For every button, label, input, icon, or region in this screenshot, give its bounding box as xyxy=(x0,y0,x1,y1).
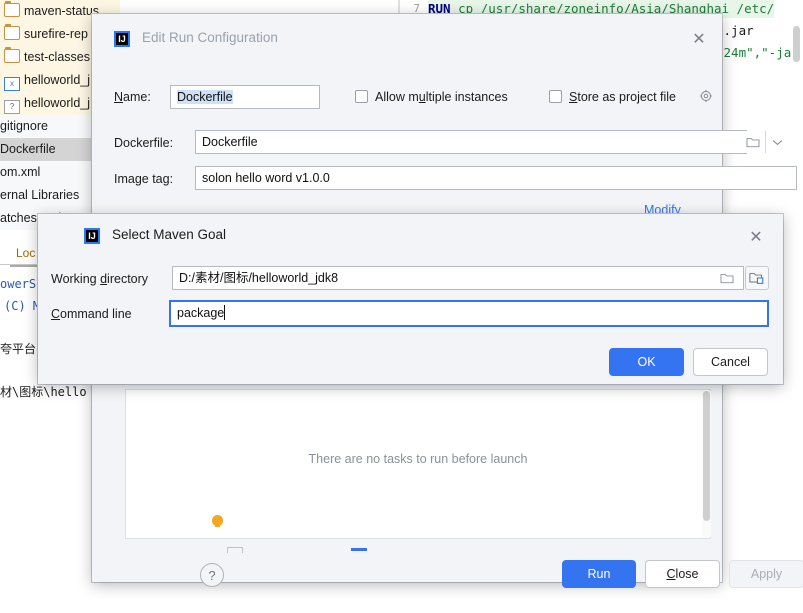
store-as-project-file-label[interactable]: Store as project file xyxy=(569,90,676,104)
apply-button-label: Apply xyxy=(750,567,783,581)
console-text: owerS xyxy=(0,277,37,291)
command-line-value: package xyxy=(177,306,225,320)
console-text: (C) M xyxy=(4,299,41,313)
tree-item-label: Dockerfile xyxy=(0,142,56,156)
cancel-button[interactable]: Cancel xyxy=(693,348,768,376)
tree-item-label: ernal Libraries xyxy=(0,188,80,202)
toolbar-ghost-checkbox[interactable] xyxy=(227,547,243,553)
intellij-idea-icon: IJ xyxy=(114,31,130,47)
before-launch-empty-text: There are no tasks to run before launch xyxy=(308,452,528,466)
chevron-down-icon xyxy=(772,139,783,145)
tree-item-label: helloworld_j xyxy=(24,73,91,87)
ok-button[interactable]: OK xyxy=(609,348,684,376)
name-label: Name: xyxy=(114,90,151,104)
console-line: (C) M xyxy=(4,299,40,313)
cancel-button-label: Cancel xyxy=(711,355,750,369)
text-caret xyxy=(224,305,226,320)
tree-item-label: om.xml xyxy=(0,165,41,179)
close-button[interactable]: Close xyxy=(645,560,720,588)
allow-multiple-instances-checkbox[interactable] xyxy=(355,90,368,103)
dockerfile-label: Dockerfile: xyxy=(114,136,173,150)
code-text: 024m","-ja xyxy=(716,45,792,60)
image-tag-label: Image tag: xyxy=(114,172,173,186)
name-input-value: Dockerfile xyxy=(177,90,233,104)
console-line: 材\图标\hello xyxy=(0,383,87,400)
folder-icon xyxy=(720,274,734,284)
dialog-title: Select Maven Goal xyxy=(112,227,227,242)
tree-item-label: test-classes xyxy=(24,50,90,64)
dockerfile-browse-button[interactable] xyxy=(740,131,766,153)
working-directory-module-button[interactable] xyxy=(745,266,769,290)
command-line-label: Command line xyxy=(51,307,132,321)
module-folder-icon xyxy=(749,273,764,284)
working-directory-input[interactable]: D:/素材/图标/helloworld_jdk8 xyxy=(172,266,744,290)
tree-item-label: surefire-rep xyxy=(24,27,88,41)
toolbar-ghost-accent xyxy=(351,548,367,551)
unknown-file-icon: ? xyxy=(4,100,20,114)
help-button[interactable]: ? xyxy=(200,563,224,587)
run-button-label: Run xyxy=(587,567,611,581)
close-icon[interactable]: ✕ xyxy=(747,230,765,248)
store-as-project-file-checkbox[interactable] xyxy=(549,90,562,103)
run-tab-label: Loc xyxy=(16,246,36,260)
command-line-input[interactable]: package xyxy=(169,300,769,327)
close-icon[interactable]: ✕ xyxy=(690,32,708,50)
folder-icon xyxy=(4,1,20,17)
code-fragment-args: 024m","-ja xyxy=(716,44,791,62)
tree-item-label: maven-status xyxy=(24,4,100,18)
lightbulb-icon[interactable] xyxy=(212,515,223,527)
select-maven-goal-dialog[interactable]: IJ Select Maven Goal ✕ Working directory… xyxy=(38,214,783,527)
dockerfile-input-value: Dockerfile xyxy=(202,135,258,149)
ok-button-label: OK xyxy=(637,355,656,369)
apply-button: Apply xyxy=(729,560,803,588)
folder-icon xyxy=(4,24,20,40)
dialog-title-bar: IJ Select Maven Goal ✕ xyxy=(38,214,783,260)
dialog-title-bar: IJ Edit Run Configuration ✕ xyxy=(92,14,722,64)
console-text: 夸平台 xyxy=(0,342,37,356)
console-text: 材\图标\hello xyxy=(0,385,87,399)
dockerfile-label-text: Dockerfile: xyxy=(114,136,174,150)
image-tag-label-text: Image tag: xyxy=(114,172,174,186)
image-tag-input[interactable]: solon hello word v1.0.0 xyxy=(195,166,797,190)
dialog-title: Edit Run Configuration xyxy=(142,30,278,45)
dockerfile-input[interactable]: Dockerfile xyxy=(195,130,747,154)
run-tool-window-tab[interactable]: Loc xyxy=(16,246,35,260)
working-directory-browse-button[interactable] xyxy=(714,267,740,289)
console-line: owerS xyxy=(0,277,36,291)
intellij-idea-icon: IJ xyxy=(84,228,100,244)
before-launch-scrollbar[interactable] xyxy=(702,391,711,537)
folder-icon xyxy=(4,47,20,63)
name-input[interactable]: Dockerfile xyxy=(170,85,320,109)
editor-scrollbar[interactable] xyxy=(792,22,801,92)
image-tag-input-value: solon hello word v1.0.0 xyxy=(202,171,330,185)
tree-item-label: gitignore xyxy=(0,119,48,133)
close-button-label: Close xyxy=(666,567,699,581)
xml-file-icon: x xyxy=(4,77,20,91)
tree-item-label: helloworld_j xyxy=(24,96,91,110)
working-directory-label: Working directory xyxy=(51,272,149,286)
gear-icon[interactable] xyxy=(699,89,713,103)
working-directory-value: D:/素材/图标/helloworld_jdk8 xyxy=(179,271,339,285)
folder-icon xyxy=(746,138,760,148)
allow-multiple-instances-label[interactable]: Allow multiple instances xyxy=(375,90,508,104)
run-button[interactable]: Run xyxy=(562,560,636,588)
screenshot-root: maven-status surefire-rep test-classes x… xyxy=(0,0,803,613)
console-line: 夸平台 xyxy=(0,340,36,357)
dockerfile-dropdown-button[interactable] xyxy=(765,131,789,153)
